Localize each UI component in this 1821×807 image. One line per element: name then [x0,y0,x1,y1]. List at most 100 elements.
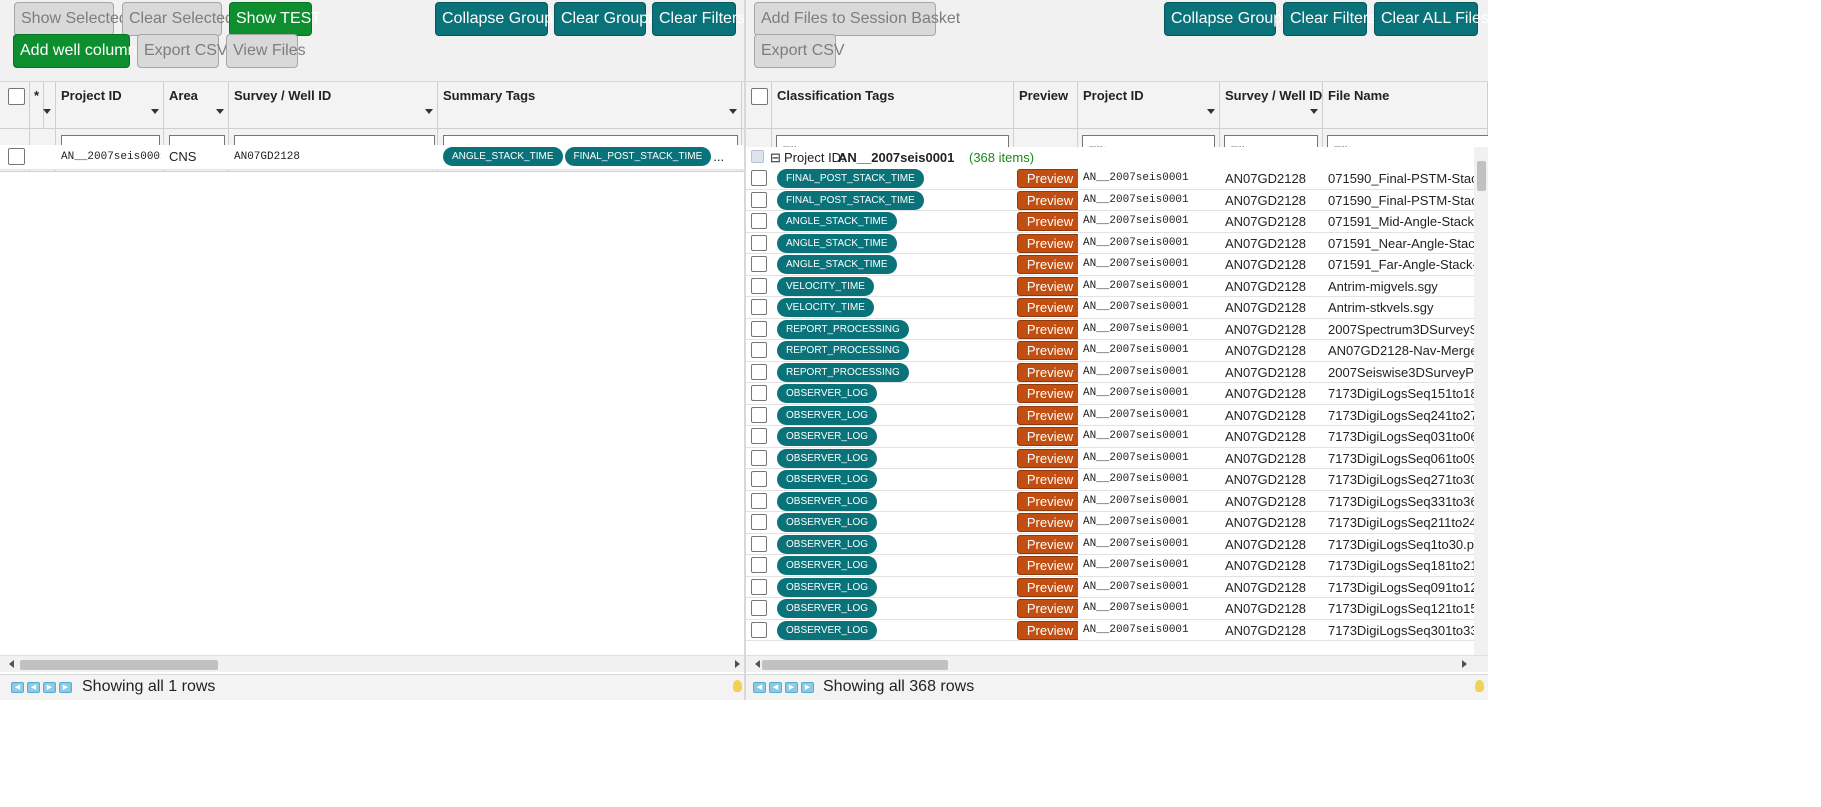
scroll-left-icon[interactable] [755,660,760,668]
last-page-icon[interactable]: ▶ [801,682,814,693]
preview-button[interactable]: Preview [1017,233,1078,253]
table-row[interactable]: VELOCITY_TIME Preview AN__2007seis0001 AN07… [746,275,1488,297]
collapse-groups-button[interactable]: Collapse Groups [1164,2,1290,36]
column-menu-icon[interactable] [43,109,51,114]
pane-divider[interactable] [744,0,746,700]
survey-well-id-column-header[interactable]: Survey / Well ID [1220,82,1323,128]
vertical-scroll-thumb[interactable] [1477,161,1486,191]
first-page-icon[interactable]: ◀ [11,682,24,693]
star-column-menu[interactable] [43,82,56,128]
column-menu-icon[interactable] [425,109,433,114]
area-column-header[interactable]: Area [164,82,229,128]
preview-button[interactable]: Preview [1017,362,1078,382]
table-row[interactable]: ANGLE_STACK_TIME Preview AN__2007seis0001 A… [746,254,1488,276]
row-checkbox[interactable] [751,191,767,208]
star-column-header[interactable]: * [30,82,44,128]
table-row[interactable]: FINAL_POST_STACK_TIME Preview AN__2007seis… [746,189,1488,211]
row-checkbox[interactable] [751,449,767,466]
row-checkbox[interactable] [751,492,767,509]
add-well-columns-button[interactable]: Add well columns [13,34,145,68]
select-all-checkbox[interactable] [8,88,25,105]
prev-page-icon[interactable]: ◀ [27,682,40,693]
preview-button[interactable]: Preview [1017,255,1078,274]
row-checkbox[interactable] [751,535,767,552]
table-row[interactable]: OBSERVER_LOG Preview AN__2007seis0001 AN07G… [746,383,1488,405]
classification-tags-column-header[interactable]: Classification Tags [772,82,1014,128]
table-row[interactable]: ANGLE_STACK_TIME Preview AN__2007seis0001 A… [746,232,1488,254]
table-row[interactable]: OBSERVER_LOG Preview AN__2007seis0001 AN07G… [746,447,1488,469]
row-checkbox[interactable] [751,234,767,251]
lightbulb-icon[interactable] [1475,680,1484,692]
group-header-row[interactable]: ⊟ Project ID: AN__2007seis0001 (368 items) [746,147,1488,169]
column-menu-icon[interactable] [729,109,737,114]
prev-page-icon[interactable]: ◀ [769,682,782,693]
table-row[interactable]: REPORT_PROCESSING Preview AN__2007seis0001… [746,340,1488,362]
project-id-column-header[interactable]: Project ID [56,82,164,128]
clear-selected-button[interactable]: Clear Selected [122,2,234,36]
preview-button[interactable]: Preview [1017,448,1078,468]
row-checkbox[interactable] [751,514,767,530]
table-row[interactable]: OBSERVER_LOG Preview AN__2007seis0001 AN07G… [746,576,1488,598]
clear-filters-button[interactable]: Clear Filters [1283,2,1376,36]
preview-button[interactable]: Preview [1017,513,1078,532]
preview-button[interactable]: Preview [1017,276,1078,296]
row-checkbox[interactable] [751,557,767,573]
preview-button[interactable]: Preview [1017,620,1078,640]
select-all-checkbox[interactable] [751,88,768,105]
column-menu-icon[interactable] [216,109,224,114]
row-checkbox[interactable] [751,406,767,423]
preview-button[interactable]: Preview [1017,491,1078,511]
table-row[interactable]: OBSERVER_LOG Preview AN__2007seis0001 AN07G… [746,598,1488,620]
summary-tags-column-header[interactable]: Summary Tags [438,82,742,128]
table-row[interactable]: OBSERVER_LOG Preview AN__2007seis0001 AN07G… [746,426,1488,448]
last-page-icon[interactable]: ▶ [59,682,72,693]
table-row[interactable]: ANGLE_STACK_TIME Preview AN__2007seis0001 A… [746,211,1488,233]
row-checkbox[interactable] [751,320,767,337]
row-checkbox[interactable] [751,621,767,638]
preview-button[interactable]: Preview [1017,298,1078,317]
right-horizontal-scrollbar[interactable] [746,655,1488,672]
row-checkbox[interactable] [751,363,767,380]
preview-column-header[interactable]: Preview [1014,82,1078,128]
show-test-button[interactable]: Show TEST [229,2,321,36]
column-menu-icon[interactable] [1310,109,1318,114]
table-row[interactable]: OBSERVER_LOG Preview AN__2007seis0001 AN07G… [746,404,1488,426]
preview-button[interactable]: Preview [1017,341,1078,360]
preview-button[interactable]: Preview [1017,319,1078,339]
column-menu-icon[interactable] [151,109,159,114]
table-row[interactable]: OBSERVER_LOG Preview AN__2007seis0001 AN07G… [746,533,1488,555]
right-vertical-scrollbar[interactable] [1474,147,1488,655]
add-files-to-basket-button[interactable]: Add Files to Session Basket [754,2,960,36]
table-row[interactable]: REPORT_PROCESSING Preview AN__2007seis0001… [746,318,1488,340]
table-row[interactable]: OBSERVER_LOG Preview AN__2007seis0001 AN07G… [746,469,1488,491]
table-row[interactable]: AN__2007seis0001 CNS AN07GD2128 ANGLE_ST… [0,145,744,170]
left-horizontal-scrollbar[interactable] [0,655,744,672]
preview-button[interactable]: Preview [1017,599,1078,618]
scroll-right-icon[interactable] [735,660,740,668]
file-name-column-header[interactable]: File Name [1323,82,1488,128]
preview-button[interactable]: Preview [1017,556,1078,575]
scroll-left-icon[interactable] [9,660,14,668]
clear-filters-button[interactable]: Clear Filters [652,2,744,36]
preview-button[interactable]: Preview [1017,169,1078,188]
row-checkbox[interactable] [751,385,767,401]
export-csv-button[interactable]: Export CSV [754,34,845,68]
preview-button[interactable]: Preview [1017,384,1078,403]
next-page-icon[interactable]: ▶ [43,682,56,693]
preview-button[interactable]: Preview [1017,190,1078,210]
collapse-groups-button[interactable]: Collapse Groups [435,2,561,36]
table-row[interactable]: FINAL_POST_STACK_TIME Preview AN__2007seis… [746,168,1488,190]
row-checkbox[interactable] [751,213,767,229]
row-checkbox[interactable] [751,471,767,487]
table-row[interactable]: OBSERVER_LOG Preview AN__2007seis0001 AN07G… [746,555,1488,577]
table-row[interactable]: OBSERVER_LOG Preview AN__2007seis0001 AN07G… [746,619,1488,641]
export-csv-button[interactable]: Export CSV [137,34,228,68]
project-id-column-header[interactable]: Project ID [1078,82,1220,128]
row-checkbox[interactable] [751,299,767,315]
show-selected-button[interactable]: Show Selected [14,2,128,36]
table-row[interactable]: VELOCITY_TIME Preview AN__2007seis0001 AN07… [746,297,1488,319]
horizontal-scroll-thumb[interactable] [20,660,218,670]
preview-button[interactable]: Preview [1017,212,1078,231]
preview-button[interactable]: Preview [1017,470,1078,489]
clear-groups-button[interactable]: Clear Groups [554,2,656,36]
